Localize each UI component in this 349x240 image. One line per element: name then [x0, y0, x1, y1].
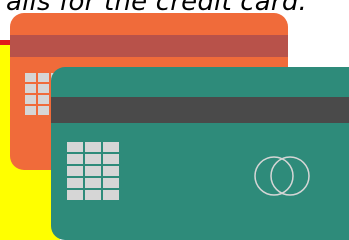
chip-icon	[67, 142, 119, 200]
credit-card-front	[51, 67, 349, 240]
magnetic-stripe	[10, 35, 288, 57]
card-brand-logo-icon	[254, 156, 310, 196]
magnetic-stripe	[51, 97, 349, 123]
